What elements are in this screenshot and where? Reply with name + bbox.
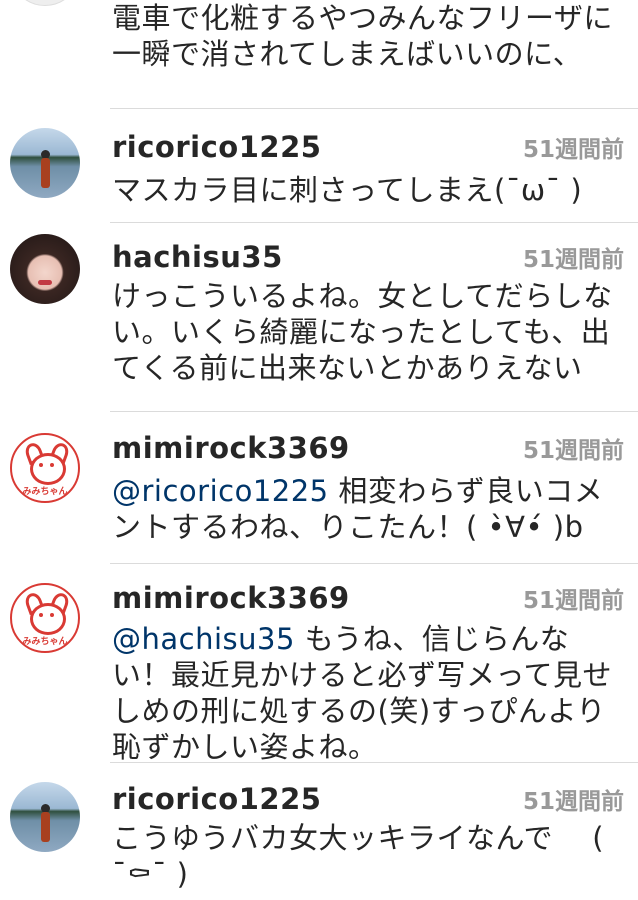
timestamp: 51週間前 — [522, 247, 624, 273]
avatar-photo-figure — [41, 158, 50, 188]
avatar-logo-text: みみちゃん — [22, 487, 68, 497]
avatar[interactable] — [10, 782, 80, 852]
timestamp: 51週間前 — [522, 438, 624, 464]
mention-link[interactable]: @ricorico1225 — [112, 474, 329, 508]
avatar[interactable] — [10, 234, 80, 304]
username-link[interactable]: ricorico1225 — [112, 130, 321, 164]
timestamp: 51週間前 — [522, 789, 624, 815]
comment-text: 電車で化粧するやつみんなフリーザに一瞬で消されてしまえばいいのに、 — [112, 1, 613, 71]
avatar-logo-text: みみちゃん — [22, 637, 68, 647]
avatar-logo-face — [30, 603, 66, 635]
comment-text: マスカラ目に刺さってしまえ(¯ω¯ ) — [112, 173, 583, 207]
avatar[interactable] — [10, 128, 80, 198]
avatar-logo-eye — [39, 463, 43, 467]
comment-text: @hachisu35 もうね、信じらんない！最近見かけると必ず写メって見せしめの… — [112, 621, 627, 765]
comment-text: こうゆうバカ女大ッキライなんで ( ¯⚰¯ ) — [112, 821, 605, 891]
avatar-photo-figure — [41, 812, 50, 842]
username-link[interactable]: ricorico1225 — [112, 782, 321, 816]
divider — [110, 762, 638, 763]
avatar-photo-detail — [38, 280, 52, 285]
avatar[interactable]: みみちゃん — [10, 583, 80, 653]
divider — [110, 222, 638, 223]
divider — [110, 563, 638, 564]
timestamp: 51週間前 — [522, 137, 624, 163]
username-link[interactable]: mimirock3369 — [112, 431, 350, 465]
avatar-logo-eye — [39, 613, 43, 617]
username-link[interactable]: mimirock3369 — [112, 581, 350, 615]
avatar[interactable] — [10, 0, 80, 6]
comment-text: @ricorico1225 相変わらず良いコメントするわね、りこたん！( •̀∀… — [112, 473, 627, 545]
avatar-logo-eye — [50, 613, 54, 617]
avatar[interactable]: みみちゃん — [10, 433, 80, 503]
comment-text: けっこういるよね。女としてだらしない。いくら綺麗になったとしても、出てくる前に出… — [112, 279, 613, 385]
divider — [110, 411, 638, 412]
mention-link[interactable]: @hachisu35 — [112, 622, 295, 656]
timestamp: 51週間前 — [522, 588, 624, 614]
username-link[interactable]: hachisu35 — [112, 240, 283, 274]
avatar-logo-face — [30, 453, 66, 485]
divider — [110, 108, 638, 109]
comment-feed: 電車で化粧するやつみんなフリーザに一瞬で消されてしまえばいいのに、 ricori… — [0, 0, 638, 900]
avatar-logo-eye — [50, 463, 54, 467]
